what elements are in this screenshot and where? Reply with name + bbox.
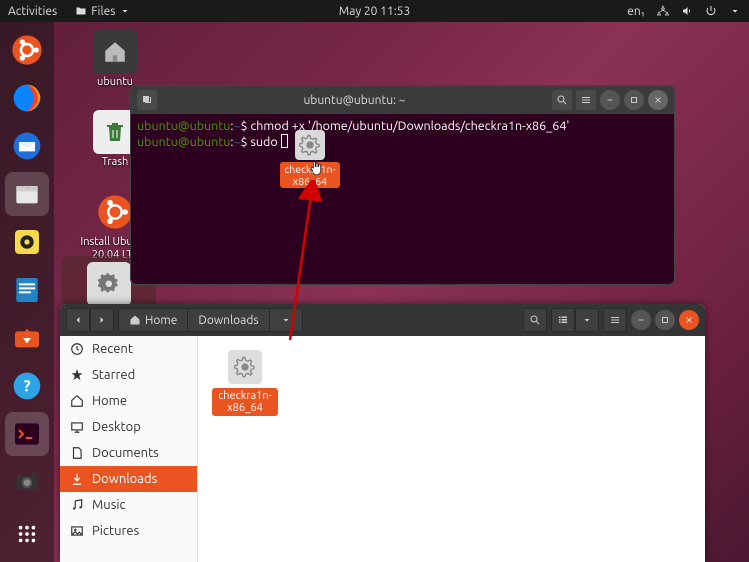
files-minimize-button[interactable] xyxy=(631,310,651,330)
terminal-titlebar[interactable]: ubuntu@ubuntu: ~ xyxy=(131,86,674,114)
svg-text:?: ? xyxy=(23,377,30,395)
documents-icon xyxy=(70,446,84,460)
chevron-down-icon xyxy=(119,5,131,17)
dock-files[interactable] xyxy=(5,172,49,216)
sidebar-item-recent[interactable]: Recent xyxy=(60,336,197,362)
files-titlebar[interactable]: Home Downloads xyxy=(60,304,705,336)
music-icon xyxy=(70,498,84,512)
dock: ? xyxy=(0,22,54,562)
dock-firefox[interactable] xyxy=(5,76,49,120)
executable-icon xyxy=(295,130,325,160)
pictures-icon xyxy=(70,524,84,538)
terminal-maximize-button[interactable] xyxy=(624,90,644,110)
files-view-list-button[interactable] xyxy=(551,308,575,332)
path-bar[interactable]: Home Downloads xyxy=(118,308,303,332)
dock-ubuntu-logo[interactable] xyxy=(5,28,49,72)
files-main-view[interactable]: checkra1n-x86_64 xyxy=(198,336,705,562)
files-sidebar: Recent Starred Home Desktop Documents Do… xyxy=(60,336,198,562)
sidebar-item-desktop[interactable]: Desktop xyxy=(60,414,197,440)
terminal-line-2: ubuntu@ubuntu:~$ sudo xyxy=(137,134,668,150)
files-menu-button[interactable] xyxy=(603,308,627,332)
sidebar-item-home[interactable]: Home xyxy=(60,388,197,414)
files-view-dropdown[interactable] xyxy=(575,308,599,332)
terminal-body[interactable]: ubuntu@ubuntu:~$ chmod +x '/home/ubuntu/… xyxy=(131,114,674,154)
language-indicator[interactable]: en₁ xyxy=(627,5,645,18)
nav-forward-button[interactable] xyxy=(90,308,114,332)
home-icon xyxy=(70,394,84,408)
home-folder-icon xyxy=(93,30,137,74)
file-checkra1n-label: checkra1n-x86_64 xyxy=(212,388,278,416)
path-dropdown[interactable] xyxy=(270,309,302,331)
power-icon[interactable] xyxy=(705,5,717,17)
cursor-hand-icon xyxy=(308,160,324,176)
files-menu-label: Files xyxy=(91,5,115,18)
terminal-window[interactable]: ubuntu@ubuntu: ~ ubuntu@ubuntu:~$ chmod … xyxy=(130,85,675,285)
dock-help[interactable]: ? xyxy=(5,364,49,408)
top-panel: Activities Files May 20 11:53 en₁ xyxy=(0,0,749,22)
executable-icon xyxy=(228,350,262,384)
dock-rhythmbox[interactable] xyxy=(5,220,49,264)
terminal-new-tab-button[interactable] xyxy=(137,90,157,110)
sidebar-item-starred[interactable]: Starred xyxy=(60,362,197,388)
sidebar-item-pictures[interactable]: Pictures xyxy=(60,518,197,544)
path-home[interactable]: Home xyxy=(119,309,188,331)
terminal-line-1: ubuntu@ubuntu:~$ chmod +x '/home/ubuntu/… xyxy=(137,118,668,134)
dock-ubuntu-software[interactable] xyxy=(5,316,49,360)
clock[interactable]: May 20 11:53 xyxy=(339,5,410,18)
path-downloads[interactable]: Downloads xyxy=(188,309,269,331)
files-search-button[interactable] xyxy=(523,308,547,332)
nav-back-button[interactable] xyxy=(66,308,90,332)
dock-terminal[interactable] xyxy=(5,412,49,456)
sidebar-item-downloads[interactable]: Downloads xyxy=(60,466,197,492)
dock-show-apps[interactable] xyxy=(5,512,49,556)
volume-icon[interactable] xyxy=(681,5,693,17)
sidebar-item-music[interactable]: Music xyxy=(60,492,197,518)
network-icon[interactable] xyxy=(657,5,669,17)
dock-cheese[interactable] xyxy=(5,460,49,504)
chevron-down-icon[interactable] xyxy=(729,5,741,17)
files-maximize-button[interactable] xyxy=(655,310,675,330)
folder-icon xyxy=(75,5,87,17)
desktop-home-folder[interactable]: ubuntu xyxy=(78,30,152,89)
desktop-icon xyxy=(70,420,84,434)
files-close-button[interactable] xyxy=(679,310,699,330)
terminal-menu-button[interactable] xyxy=(576,90,596,110)
star-icon xyxy=(70,368,84,382)
file-checkra1n[interactable]: checkra1n-x86_64 xyxy=(212,350,278,416)
dock-thunderbird[interactable] xyxy=(5,124,49,168)
terminal-title: ubuntu@ubuntu: ~ xyxy=(163,94,546,107)
files-app-menu[interactable]: Files xyxy=(75,5,131,18)
dock-libreoffice-writer[interactable] xyxy=(5,268,49,312)
terminal-close-button[interactable] xyxy=(648,90,668,110)
terminal-search-button[interactable] xyxy=(552,90,572,110)
files-window[interactable]: Home Downloads Recent Starred Home Deskt… xyxy=(60,304,705,562)
terminal-minimize-button[interactable] xyxy=(600,90,620,110)
sidebar-item-documents[interactable]: Documents xyxy=(60,440,197,466)
executable-icon xyxy=(87,262,131,306)
activities-button[interactable]: Activities xyxy=(8,5,57,18)
downloads-icon xyxy=(70,472,84,486)
clock-icon xyxy=(70,342,84,356)
